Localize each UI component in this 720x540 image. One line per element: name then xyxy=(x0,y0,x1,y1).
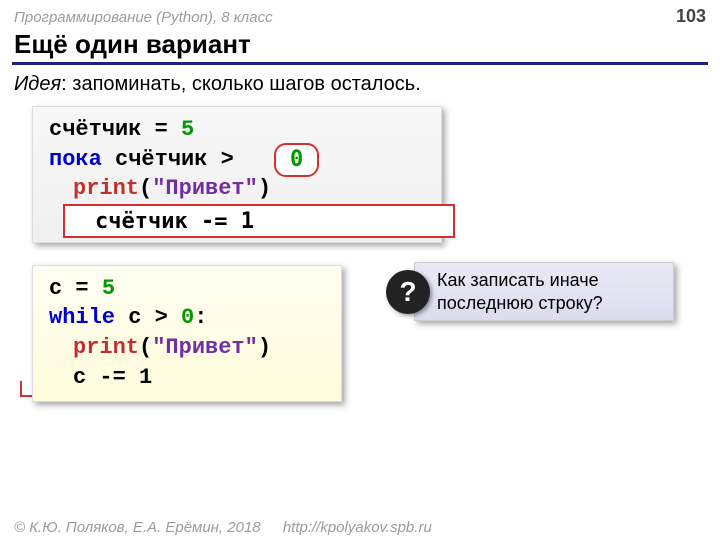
zero-callout: 0 xyxy=(274,143,319,177)
code-pseudo: счётчик = 5 пока счётчик > print("Привет… xyxy=(32,106,442,243)
question-callout: ? Как записать иначе последнюю строку? xyxy=(386,262,674,321)
code-line: счётчик = 5 xyxy=(49,115,425,145)
idea-text: : запоминать, сколько шагов осталось. xyxy=(61,73,421,95)
question-box: Как записать иначе последнюю строку? xyxy=(414,262,674,321)
question-mark-icon: ? xyxy=(386,270,430,314)
slide-title: Ещё один вариант xyxy=(0,29,720,62)
code-line: print("Привет") xyxy=(49,333,325,363)
code-line: print("Привет") xyxy=(49,174,425,204)
course-label: Программирование (Python), 8 класс xyxy=(14,9,273,26)
idea-label: Идея xyxy=(14,73,61,95)
code-line: while c > 0: xyxy=(49,303,325,333)
question-line1: Как записать иначе xyxy=(437,269,659,292)
decrement-callout: счётчик -= 1 xyxy=(63,204,455,238)
code-line: пока счётчик > xyxy=(49,145,425,175)
header-bar: Программирование (Python), 8 класс 103 xyxy=(0,0,720,29)
footer-url[interactable]: http://kpolyakov.spb.ru xyxy=(283,519,432,536)
page-number: 103 xyxy=(676,6,706,27)
code-python: c = 5 while c > 0: print("Привет") c -= … xyxy=(32,265,342,402)
question-line2: последнюю строку? xyxy=(437,292,659,315)
copyright: © К.Ю. Поляков, Е.А. Ерёмин, 2018 xyxy=(14,519,261,536)
code-line: c = 5 xyxy=(49,274,325,304)
idea-line: Идея: запоминать, сколько шагов осталось… xyxy=(0,65,720,106)
footer: © К.Ю. Поляков, Е.А. Ерёмин, 2018 http:/… xyxy=(14,519,432,536)
code-line: c -= 1 xyxy=(49,363,325,393)
